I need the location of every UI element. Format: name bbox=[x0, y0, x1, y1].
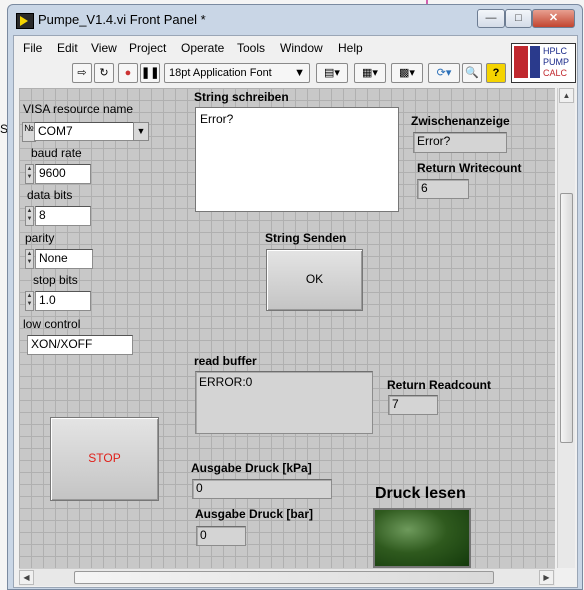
run-arrow-icon[interactable]: ⇨ bbox=[72, 63, 92, 83]
front-panel-window: Pumpe_V1.4.vi Front Panel * — □ ✕ File E… bbox=[7, 4, 583, 590]
horizontal-scrollbar[interactable]: ◀ ▶ bbox=[19, 568, 555, 586]
writecount-label: Return Writecount bbox=[417, 161, 522, 175]
pause-icon[interactable]: ❚❚ bbox=[140, 63, 160, 83]
stop-button[interactable]: STOP bbox=[50, 417, 159, 501]
string-write-label: String schreiben bbox=[194, 90, 289, 104]
ok-button[interactable]: OK bbox=[266, 249, 363, 311]
search-icon[interactable]: 🔍 bbox=[462, 63, 482, 83]
druck-kpa-label: Ausgabe Druck [kPa] bbox=[191, 461, 312, 475]
read-buffer-label: read buffer bbox=[194, 354, 257, 368]
labview-icon bbox=[16, 13, 34, 29]
stopbits-stepper-icon[interactable]: ▲ ▼ bbox=[25, 291, 34, 311]
stop-button-label: STOP bbox=[88, 451, 121, 465]
stopbits-label: stop bits bbox=[33, 273, 78, 287]
databits-label: data bits bbox=[27, 188, 73, 202]
run-continuously-icon[interactable]: ↻ bbox=[94, 63, 114, 83]
menu-tools[interactable]: Tools bbox=[237, 41, 265, 55]
readcount-indicator: 7 bbox=[388, 395, 438, 415]
parity-stepper-icon[interactable]: ▲ ▼ bbox=[25, 249, 34, 269]
logo-blue-block bbox=[530, 46, 540, 78]
druck-bar-label: Ausgabe Druck [bar] bbox=[195, 507, 314, 521]
logo-text-1: HPLC bbox=[543, 46, 568, 56]
string-write-textarea[interactable]: Error? bbox=[195, 107, 399, 212]
druck-bar-value: 0 bbox=[200, 528, 207, 542]
stopbits-value: 1.0 bbox=[39, 293, 56, 307]
scroll-right-icon[interactable]: ▶ bbox=[539, 570, 554, 585]
front-panel: VISA resource name № COM7 ▼ baud rate ▲ ▼… bbox=[19, 88, 555, 568]
font-select[interactable]: 18pt Application Font ▼ bbox=[164, 63, 310, 83]
druck-bar-indicator: 0 bbox=[196, 526, 246, 546]
logo-text-3: CALC bbox=[543, 68, 568, 78]
menu-bar: File Edit View Project Operate Tools Win… bbox=[14, 36, 574, 58]
scroll-up-icon[interactable]: ▲ bbox=[559, 88, 574, 103]
databits-value: 8 bbox=[39, 208, 46, 222]
menu-edit[interactable]: Edit bbox=[57, 41, 78, 55]
menu-file[interactable]: File bbox=[23, 41, 42, 55]
window-title: Pumpe_V1.4.vi Front Panel * bbox=[38, 12, 206, 27]
readcount-label: Return Readcount bbox=[387, 378, 492, 392]
baud-value: 9600 bbox=[39, 166, 66, 180]
abort-icon[interactable]: ● bbox=[118, 63, 138, 83]
menu-project[interactable]: Project bbox=[129, 41, 166, 55]
zwischen-value: Error? bbox=[417, 134, 451, 148]
scroll-left-icon[interactable]: ◀ bbox=[19, 570, 34, 585]
align-objects-icon[interactable]: ▤▾ bbox=[316, 63, 348, 83]
read-buffer-value: ERROR:0 bbox=[199, 375, 253, 389]
visa-value: COM7 bbox=[38, 124, 73, 138]
data-bits-field[interactable]: 8 bbox=[35, 206, 91, 226]
visa-resource-select[interactable]: COM7 bbox=[34, 122, 134, 141]
vertical-scroll-thumb[interactable] bbox=[560, 193, 573, 443]
flow-control-select[interactable]: XON/XOFF bbox=[27, 335, 133, 355]
readcount-value: 7 bbox=[392, 397, 399, 411]
baud-label: baud rate bbox=[31, 146, 82, 160]
close-button[interactable]: ✕ bbox=[532, 9, 575, 28]
writecount-indicator: 6 bbox=[417, 179, 469, 199]
databits-stepper-icon[interactable]: ▲ ▼ bbox=[25, 206, 34, 226]
read-buffer-indicator: ERROR:0 bbox=[195, 371, 373, 434]
maximize-button[interactable]: □ bbox=[505, 9, 532, 28]
help-icon[interactable]: ? bbox=[486, 63, 506, 83]
druck-lesen-led[interactable] bbox=[373, 508, 471, 568]
minimize-button[interactable]: — bbox=[477, 9, 505, 28]
parity-field[interactable]: None bbox=[35, 249, 93, 269]
horizontal-scroll-thumb[interactable] bbox=[74, 571, 494, 584]
ok-button-label: OK bbox=[305, 272, 324, 286]
menu-operate[interactable]: Operate bbox=[181, 41, 224, 55]
druck-kpa-indicator: 0 bbox=[192, 479, 332, 499]
writecount-value: 6 bbox=[421, 181, 428, 195]
stop-bits-field[interactable]: 1.0 bbox=[35, 291, 91, 311]
baud-stepper-icon[interactable]: ▲ ▼ bbox=[25, 164, 34, 184]
zwischen-label: Zwischenanzeige bbox=[411, 114, 510, 128]
logo-text-2: PUMP bbox=[543, 57, 570, 67]
flow-control-label: low control bbox=[23, 317, 81, 331]
toolbar: ⇨ ↻ ● ❚❚ 18pt Application Font ▼ ▤▾ ▦▾ ▩… bbox=[14, 60, 509, 86]
dropdown-arrow-icon: ▼ bbox=[294, 67, 305, 79]
visa-dropdown-arrow-icon[interactable]: ▼ bbox=[133, 122, 149, 141]
menu-view[interactable]: View bbox=[91, 41, 117, 55]
parity-label: parity bbox=[25, 231, 55, 245]
druck-lesen-label: Druck lesen bbox=[375, 485, 466, 502]
resize-objects-icon[interactable]: ▩▾ bbox=[391, 63, 423, 83]
flow-control-value: XON/XOFF bbox=[31, 337, 93, 351]
logo-red-block bbox=[514, 46, 528, 78]
vertical-scrollbar[interactable]: ▲ bbox=[557, 88, 575, 568]
menu-help[interactable]: Help bbox=[338, 41, 363, 55]
window-content: File Edit View Project Operate Tools Win… bbox=[13, 35, 578, 588]
menu-window[interactable]: Window bbox=[280, 41, 323, 55]
distribute-objects-icon[interactable]: ▦▾ bbox=[354, 63, 386, 83]
string-write-value: Error? bbox=[200, 112, 234, 126]
vi-icon-logo: HPLC PUMP CALC bbox=[511, 43, 576, 83]
druck-kpa-value: 0 bbox=[196, 481, 203, 495]
title-bar[interactable]: Pumpe_V1.4.vi Front Panel * — □ ✕ bbox=[8, 5, 582, 35]
baud-rate-field[interactable]: 9600 bbox=[35, 164, 91, 184]
visa-label: VISA resource name bbox=[23, 102, 134, 116]
zwischen-indicator: Error? bbox=[413, 132, 507, 153]
parity-value: None bbox=[39, 251, 68, 265]
font-select-value: 18pt Application Font bbox=[169, 67, 272, 79]
reorder-icon[interactable]: ⟳▾ bbox=[428, 63, 460, 83]
string-send-label: String Senden bbox=[265, 231, 347, 245]
